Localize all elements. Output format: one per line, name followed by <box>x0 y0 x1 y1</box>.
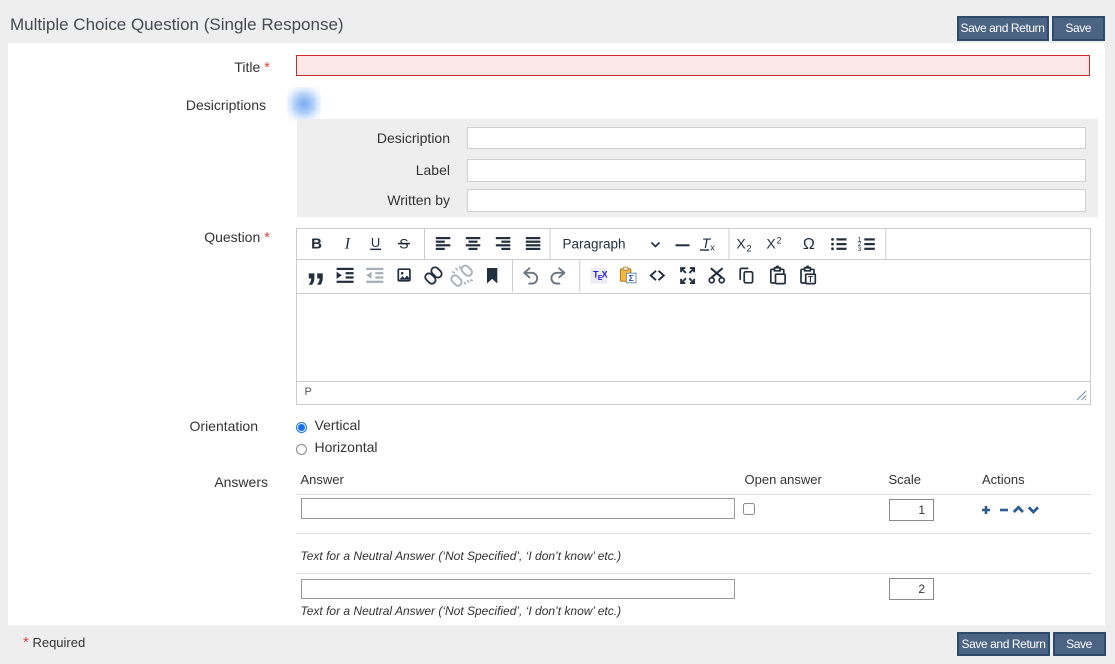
svg-text:U: U <box>370 235 379 250</box>
svg-text:3: 3 <box>857 246 861 253</box>
svg-text:Σ: Σ <box>628 273 633 283</box>
svg-text:X: X <box>766 236 776 252</box>
svg-text:2: 2 <box>776 236 781 246</box>
svg-text:2: 2 <box>746 244 751 254</box>
svg-text:B: B <box>311 236 322 253</box>
svg-text:X: X <box>736 236 746 252</box>
svg-text:”: ” <box>305 266 325 292</box>
svg-text:I: I <box>343 236 350 253</box>
svg-text:Paragraph: Paragraph <box>562 237 625 252</box>
svg-text:Ω: Ω <box>802 236 814 253</box>
svg-text:x: x <box>710 243 715 253</box>
svg-text:X: X <box>601 270 607 280</box>
svg-text:T: T <box>808 275 813 284</box>
